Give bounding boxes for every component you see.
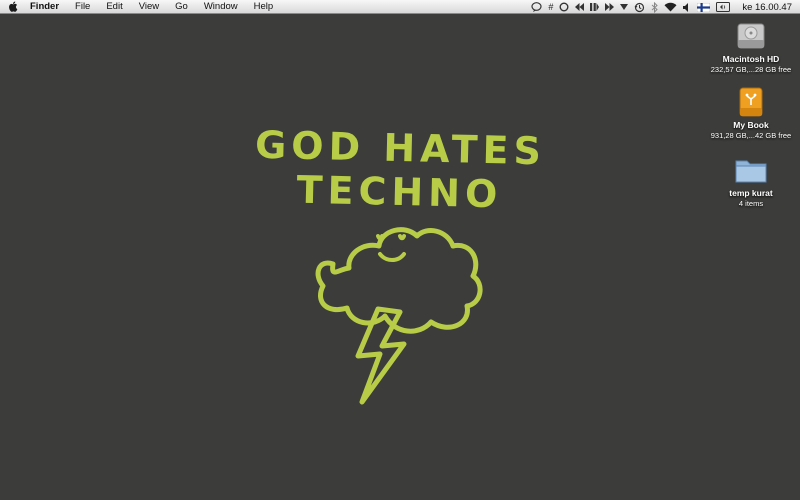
menu-bar: Finder File Edit View Go Window Help # k… xyxy=(0,0,800,14)
menu-window[interactable]: Window xyxy=(196,0,246,14)
menu-help[interactable]: Help xyxy=(246,0,282,14)
cloud-eye-right xyxy=(398,234,406,241)
external-drive-icon xyxy=(739,87,763,117)
desktop-icon-label: Macintosh HD xyxy=(722,54,780,64)
time-machine-icon[interactable] xyxy=(634,0,645,14)
status-area: # ke 16.00.47 xyxy=(531,0,792,14)
play-pause-icon[interactable] xyxy=(590,0,600,14)
desktop-icon-temp-kurat[interactable]: temp kurat 4 items xyxy=(706,154,796,208)
cloud-eye-left xyxy=(376,234,384,241)
apple-menu-icon[interactable] xyxy=(0,0,26,14)
menu-go[interactable]: Go xyxy=(167,0,196,14)
hash-icon[interactable]: # xyxy=(548,0,553,14)
cloud-illustration xyxy=(315,227,483,405)
sync-circle-icon[interactable] xyxy=(559,0,569,14)
hard-drive-icon xyxy=(737,23,765,49)
desktop-icon-macintosh-hd[interactable]: Macintosh HD 232,57 GB,...28 GB free xyxy=(706,20,796,74)
menu-finder[interactable]: Finder xyxy=(26,0,67,14)
menu-file[interactable]: File xyxy=(67,0,98,14)
volume-icon[interactable] xyxy=(683,0,691,14)
menu-edit[interactable]: Edit xyxy=(98,0,130,14)
desktop-icon-label: My Book xyxy=(733,120,769,130)
desktop-wallpaper: GOD HATES TECHNO xyxy=(0,14,800,500)
desktop-icon-info: 232,57 GB,...28 GB free xyxy=(710,65,792,74)
display-icon[interactable] xyxy=(716,0,731,14)
finnish-flag-icon[interactable] xyxy=(697,0,711,14)
prev-track-icon[interactable] xyxy=(575,0,585,14)
desktop-icon-info: 4 items xyxy=(738,199,764,208)
menu-clock[interactable]: ke 16.00.47 xyxy=(736,2,792,13)
desktop-icon-info: 931,28 GB,...42 GB free xyxy=(710,131,792,140)
down-triangle-icon[interactable] xyxy=(620,0,629,14)
menu-view[interactable]: View xyxy=(131,0,167,14)
next-track-icon[interactable] xyxy=(605,0,615,14)
desktop-icon-my-book[interactable]: My Book 931,28 GB,...42 GB free xyxy=(706,86,796,140)
bluetooth-icon[interactable] xyxy=(651,0,659,14)
wifi-icon[interactable] xyxy=(664,0,677,14)
cloud-smile xyxy=(378,252,406,262)
desktop-icon-label: temp kurat xyxy=(729,188,773,198)
folder-icon xyxy=(735,160,767,183)
spotlight-bubble-icon[interactable] xyxy=(531,0,542,14)
